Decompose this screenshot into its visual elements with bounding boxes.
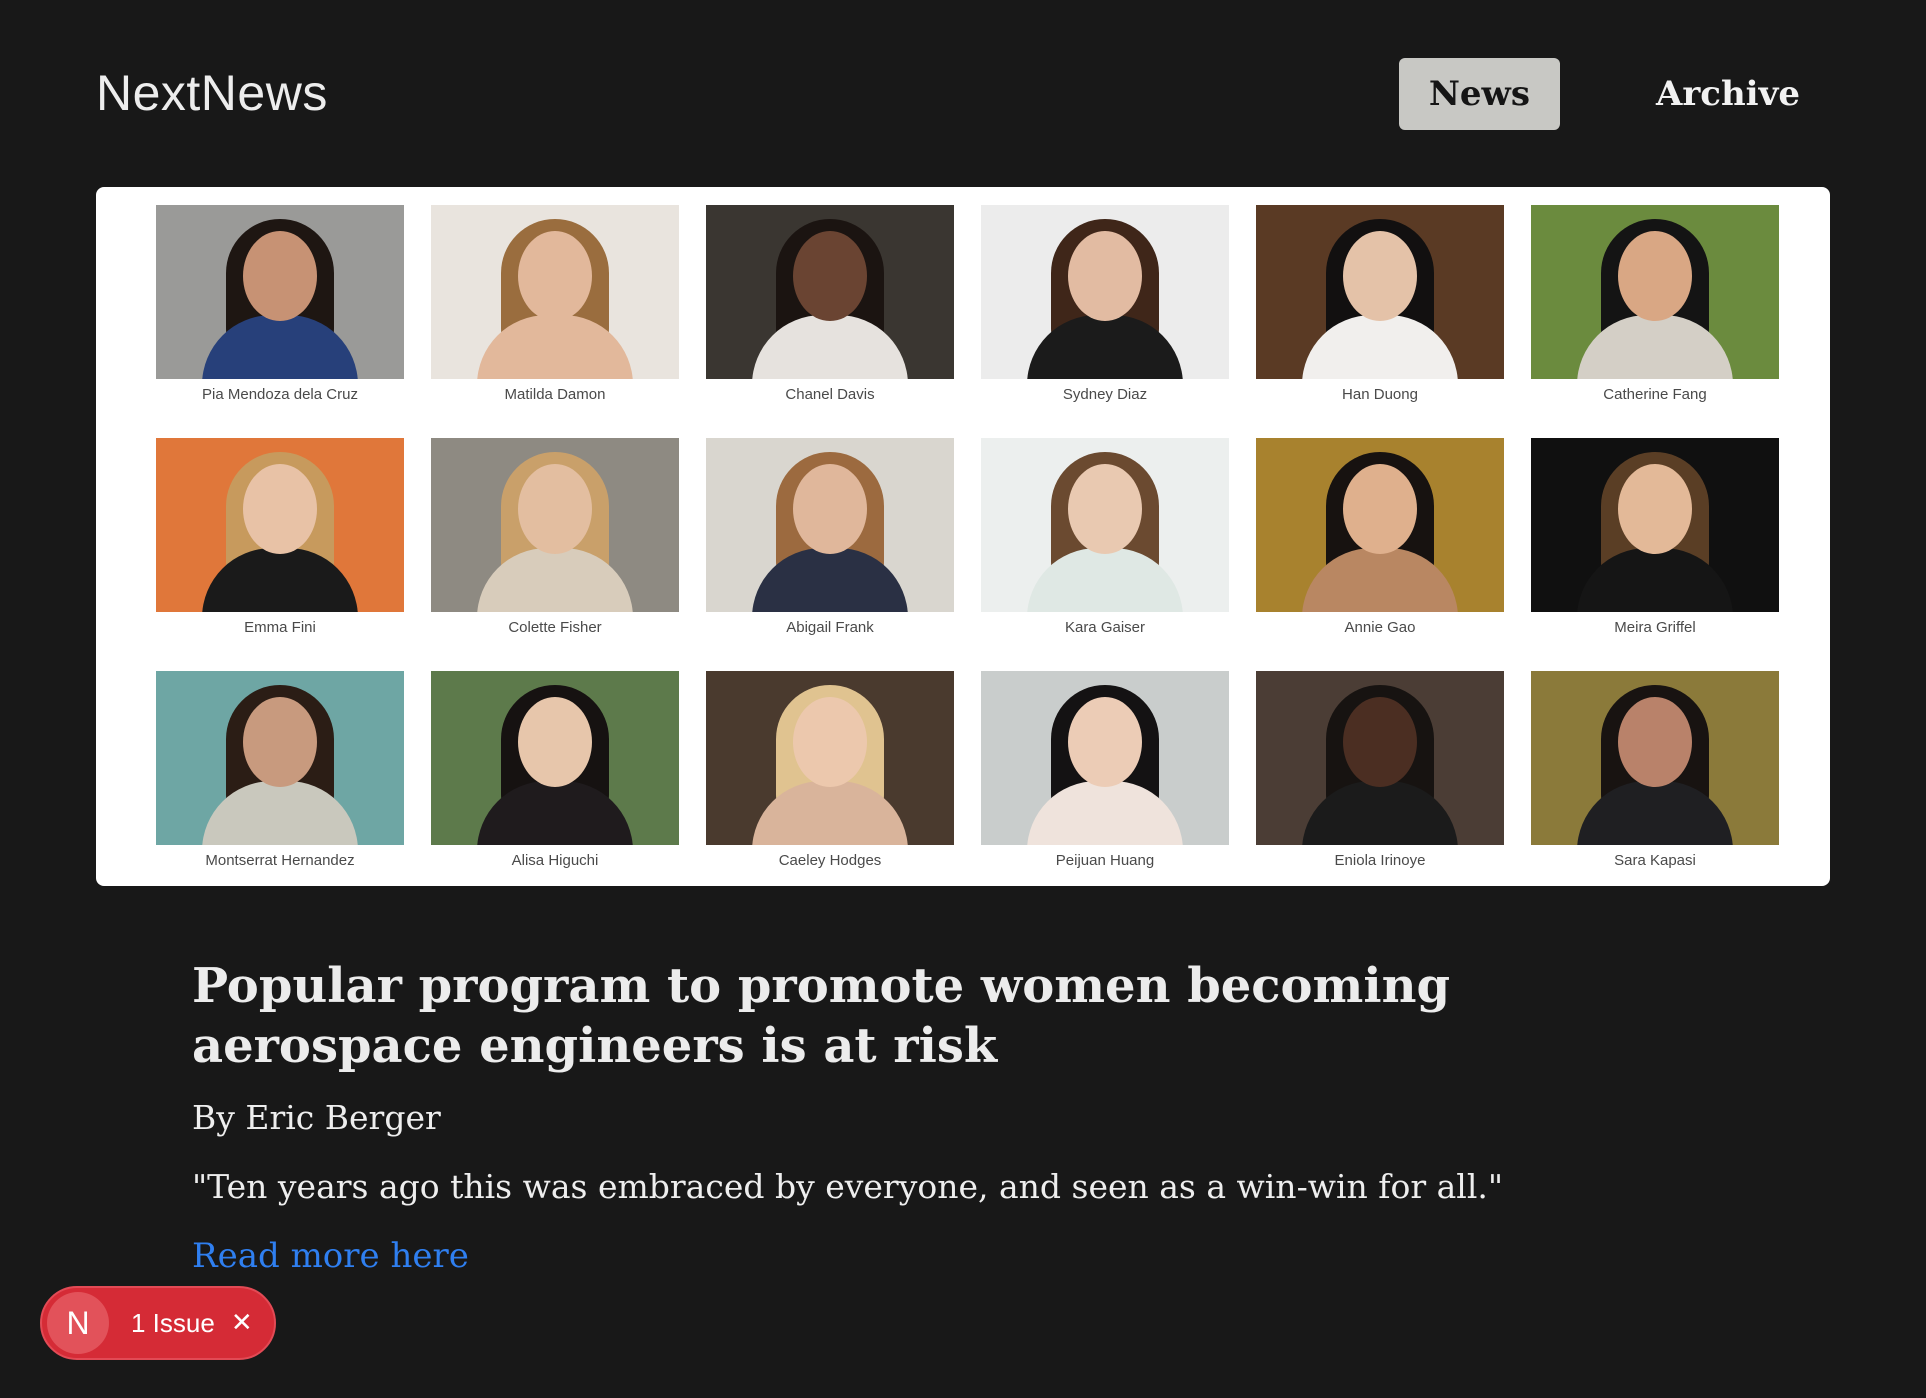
portrait-photo (1531, 671, 1779, 845)
portrait-photo (706, 671, 954, 845)
portrait-caption: Han Duong (1342, 386, 1418, 403)
portrait-card: Meira Griffel (1531, 438, 1779, 671)
portrait-face (1343, 464, 1417, 554)
portrait-card: Kara Gaiser (981, 438, 1229, 671)
portrait-photo (156, 671, 404, 845)
portrait-card: Chanel Davis (706, 205, 954, 438)
portrait-face (793, 231, 867, 321)
portrait-caption: Matilda Damon (504, 386, 606, 403)
portrait-face (793, 464, 867, 554)
portrait-face (793, 697, 867, 787)
portrait-photo (1256, 205, 1504, 379)
portrait-caption: Montserrat Hernandez (205, 852, 355, 869)
portrait-photo (981, 438, 1229, 612)
portrait-caption: Chanel Davis (785, 386, 875, 403)
portrait-caption: Sydney Diaz (1062, 386, 1148, 403)
portrait-face (1343, 697, 1417, 787)
portrait-face (243, 697, 317, 787)
portrait-caption: Meira Griffel (1614, 619, 1696, 636)
portrait-photo (1531, 438, 1779, 612)
portrait-card: Peijuan Huang (981, 671, 1229, 886)
portrait-photo (981, 205, 1229, 379)
portrait-photo (1531, 205, 1779, 379)
portrait-caption: Pia Mendoza dela Cruz (202, 386, 358, 403)
portrait-card: Sydney Diaz (981, 205, 1229, 438)
portrait-card: Annie Gao (1256, 438, 1504, 671)
portrait-caption: Emma Fini (244, 619, 316, 636)
issue-badge[interactable]: N 1 Issue ✕ (40, 1286, 276, 1360)
portrait-face (1618, 697, 1692, 787)
nextjs-logo-icon: N (47, 1292, 109, 1354)
portrait-card: Pia Mendoza dela Cruz (156, 205, 404, 438)
portrait-face (243, 231, 317, 321)
portrait-caption: Catherine Fang (1603, 386, 1707, 403)
portrait-caption: Annie Gao (1344, 619, 1416, 636)
portrait-card: Montserrat Hernandez (156, 671, 404, 886)
portrait-card: Colette Fisher (431, 438, 679, 671)
close-icon[interactable]: ✕ (231, 1308, 253, 1338)
issue-count-label: 1 Issue (131, 1307, 215, 1338)
portrait-face (1068, 697, 1142, 787)
portrait-photo (431, 205, 679, 379)
read-more-link[interactable]: Read more here (192, 1236, 469, 1276)
article-teaser: Popular program to promote women becomin… (192, 956, 1692, 1276)
portrait-photo (431, 438, 679, 612)
portrait-caption: Abigail Frank (786, 619, 874, 636)
nav-archive-link[interactable]: Archive (1626, 58, 1830, 130)
portrait-card: Eniola Irinoye (1256, 671, 1504, 886)
main-nav: News Archive (1398, 58, 1830, 130)
portrait-card: Sara Kapasi (1531, 671, 1779, 886)
portrait-face (1068, 464, 1142, 554)
portrait-caption: Peijuan Huang (1055, 852, 1155, 869)
portrait-card: Caeley Hodges (706, 671, 954, 886)
portrait-photo (1256, 671, 1504, 845)
portrait-caption: Sara Kapasi (1614, 852, 1696, 869)
portrait-face (1618, 464, 1692, 554)
portrait-face (243, 464, 317, 554)
portrait-card: Abigail Frank (706, 438, 954, 671)
portrait-card: Emma Fini (156, 438, 404, 671)
portrait-card: Catherine Fang (1531, 205, 1779, 438)
portrait-caption: Kara Gaiser (1064, 619, 1146, 636)
brand-logo[interactable]: NextNews (96, 64, 328, 122)
portrait-photo (156, 438, 404, 612)
portrait-card: Alisa Higuchi (431, 671, 679, 886)
hero-image: Pia Mendoza dela Cruz Matilda Damon Chanel… (96, 187, 1830, 886)
nav-news-link[interactable]: News (1398, 58, 1560, 130)
portrait-card: Matilda Damon (431, 205, 679, 438)
portrait-caption: Caeley Hodges (778, 852, 882, 869)
portrait-photo (706, 205, 954, 379)
portrait-grid: Pia Mendoza dela Cruz Matilda Damon Chanel… (156, 205, 1779, 886)
portrait-face (518, 697, 592, 787)
portrait-caption: Alisa Higuchi (511, 852, 599, 869)
article-quote: "Ten years ago this was embraced by ever… (192, 1167, 1504, 1206)
portrait-face (1618, 231, 1692, 321)
article-byline: By Eric Berger (192, 1098, 441, 1137)
portrait-photo (156, 205, 404, 379)
portrait-photo (1256, 438, 1504, 612)
portrait-card: Han Duong (1256, 205, 1504, 438)
portrait-face (1343, 231, 1417, 321)
portrait-photo (981, 671, 1229, 845)
site-header: NextNews News Archive (96, 56, 1830, 130)
portrait-caption: Eniola Irinoye (1334, 852, 1426, 869)
page: NextNews News Archive Pia Mendoza dela C… (0, 0, 1926, 1398)
portrait-caption: Colette Fisher (508, 619, 602, 636)
article-title[interactable]: Popular program to promote women becomin… (192, 956, 1692, 1076)
portrait-photo (706, 438, 954, 612)
portrait-face (518, 464, 592, 554)
portrait-face (1068, 231, 1142, 321)
portrait-photo (431, 671, 679, 845)
portrait-face (518, 231, 592, 321)
